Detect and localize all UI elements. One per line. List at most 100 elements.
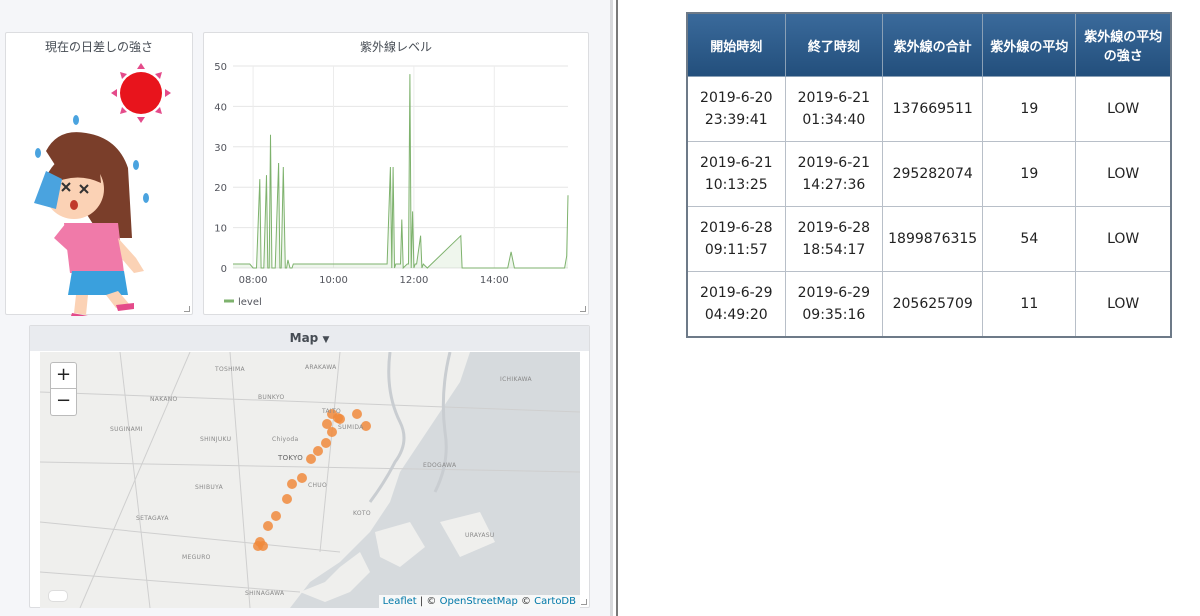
uv-summary-table: 開始時刻 終了時刻 紫外線の合計 紫外線の平均 紫外線の平均の強さ 2019-6… — [686, 12, 1172, 338]
start-time-cell-text: 2019-6-28 — [700, 220, 773, 236]
map-area-label: URAYASU — [465, 532, 495, 539]
x-tick-label: 14:00 — [480, 275, 509, 286]
uv-average-cell-text: 54 — [1020, 231, 1039, 247]
uv-line-chart: 0 10 20 30 40 50 08:00 10:00 12:00 14:00 level — [214, 62, 569, 308]
header-start-time: 開始時刻 — [686, 12, 786, 77]
start-time-cell: 2019-6-20 23:39:41 — [686, 76, 786, 142]
map-area-label: TOSHIMA — [215, 366, 245, 373]
chevron-down-icon: ▼ — [322, 335, 330, 345]
uv-average-cell: 19 — [982, 76, 1077, 142]
end-time-cell-text: 18:54:17 — [802, 242, 866, 258]
map-area-label: EDOGAWA — [423, 462, 457, 469]
sunlight-panel: 現在の日差しの強さ — [5, 32, 193, 316]
uv-total-cell: 205625709 — [882, 271, 984, 338]
y-tick-label: 0 — [221, 264, 227, 275]
map-area-label: SHIBUYA — [195, 484, 224, 491]
y-tick-label: 10 — [214, 224, 227, 235]
uv-total-cell: 137669511 — [882, 76, 984, 142]
y-tick-label: 30 — [214, 143, 227, 154]
map-tiles — [40, 352, 580, 608]
map-title: Map — [289, 331, 319, 345]
end-time-cell-text: 01:34:40 — [802, 112, 866, 128]
uv-total-cell: 1899876315 — [882, 206, 984, 272]
map-area-label: NAKANO — [150, 396, 178, 403]
map-area-label: SUMIDA — [338, 424, 364, 431]
legend-label: level — [238, 297, 262, 308]
uv-strength-cell-text: LOW — [1107, 166, 1140, 182]
openstreetmap-link[interactable]: OpenStreetMap — [440, 596, 518, 607]
x-tick-label: 08:00 — [239, 275, 268, 286]
y-tick-label: 40 — [214, 102, 227, 113]
panel-resize-handle[interactable] — [580, 306, 586, 312]
attribution-separator: | © — [416, 596, 440, 607]
zoom-in-button[interactable]: + — [50, 362, 77, 389]
table-row: 2019-6-29 04:49:20 2019-6-29 09:35:16 205625… — [686, 271, 1172, 338]
map-area-label: MEGURO — [182, 554, 211, 561]
header-uv-average: 紫外線の平均 — [982, 12, 1077, 77]
map-area-label: BUNKYO — [258, 394, 285, 401]
x-tick-label: 10:00 — [319, 275, 348, 286]
uv-average-cell: 19 — [982, 141, 1077, 207]
end-time-cell-text: 2019-6-28 — [797, 220, 871, 236]
end-time-cell-text: 14:27:36 — [802, 177, 866, 193]
table-header-row: 開始時刻 終了時刻 紫外線の合計 紫外線の平均 紫外線の平均の強さ — [686, 12, 1172, 77]
map-panel-header[interactable]: Map ▼ — [30, 326, 589, 351]
panel-resize-handle[interactable] — [184, 306, 190, 312]
header-uv-total: 紫外線の合計 — [882, 12, 984, 77]
window-divider — [610, 0, 613, 616]
uv-average-cell-text: 19 — [1020, 101, 1039, 117]
uv-strength-cell-text: LOW — [1107, 101, 1140, 117]
y-tick-label: 50 — [214, 62, 227, 73]
map-panel: Map ▼ TOSHIMA ARAKAWA ICHIKAWA NAKANO BU… — [29, 325, 590, 608]
table-row: 2019-6-28 09:11:57 2019-6-28 18:54:17 189987… — [686, 206, 1172, 272]
uv-strength-cell-text: LOW — [1107, 296, 1140, 312]
uv-level-panel: 紫外線レベル 0 10 20 30 40 50 08:00 10:00 12:00 14:00 le… — [203, 32, 589, 315]
woman-figure — [34, 132, 144, 316]
map-attribution: Leaflet | © OpenStreetMap © CartoDB — [378, 595, 580, 608]
uv-average-cell: 11 — [982, 271, 1077, 338]
dashboard-area: 現在の日差しの強さ 紫外線レベル 0 10 20 30 40 50 08:00 … — [0, 0, 610, 616]
map-area-label: ARAKAWA — [305, 364, 337, 371]
map-area-label: ICHIKAWA — [500, 376, 532, 383]
start-time-cell-text: 2019-6-29 — [700, 285, 773, 301]
end-time-cell: 2019-6-28 18:54:17 — [784, 206, 884, 272]
map-toggle-button[interactable] — [48, 590, 68, 602]
uv-total-cell-text: 1899876315 — [888, 231, 978, 247]
start-time-cell-text: 23:39:41 — [704, 112, 768, 128]
map-area-label: SETAGAYA — [136, 515, 169, 522]
uv-average-cell-text: 11 — [1020, 296, 1039, 312]
leaflet-link[interactable]: Leaflet — [383, 596, 417, 607]
start-time-cell-text: 2019-6-21 — [700, 155, 773, 171]
end-time-cell: 2019-6-21 01:34:40 — [784, 76, 884, 142]
uv-total-cell-text: 295282074 — [892, 166, 973, 182]
window-divider — [616, 0, 618, 616]
uv-strength-cell: LOW — [1075, 206, 1172, 272]
start-time-cell: 2019-6-28 09:11:57 — [686, 206, 786, 272]
attribution-separator: © — [517, 596, 535, 607]
zoom-out-button[interactable]: − — [50, 389, 77, 416]
y-tick-label: 20 — [214, 183, 227, 194]
end-time-cell-text: 2019-6-21 — [797, 155, 871, 171]
uv-total-cell-text: 137669511 — [892, 101, 973, 117]
uv-strength-cell: LOW — [1075, 271, 1172, 338]
map-area-label: CHUO — [308, 482, 328, 489]
start-time-cell-text: 04:49:20 — [704, 307, 768, 323]
start-time-cell-text: 09:11:57 — [704, 242, 768, 258]
uv-strength-cell-text: LOW — [1107, 231, 1140, 247]
map-area-label: SUGINAMI — [110, 426, 143, 433]
uv-total-cell-text: 205625709 — [892, 296, 973, 312]
table-row: 2019-6-21 10:13:25 2019-6-21 14:27:36 295282… — [686, 141, 1172, 207]
start-time-cell: 2019-6-29 04:49:20 — [686, 271, 786, 338]
end-time-cell-text: 09:35:16 — [802, 307, 866, 323]
table-row: 2019-6-20 23:39:41 2019-6-21 01:34:40 137669… — [686, 76, 1172, 142]
end-time-cell: 2019-6-21 14:27:36 — [784, 141, 884, 207]
panel-resize-handle[interactable] — [581, 599, 587, 605]
uv-strength-cell: LOW — [1075, 141, 1172, 207]
header-uv-average-strength: 紫外線の平均の強さ — [1075, 12, 1172, 77]
map-area-label: SHINJUKU — [200, 436, 232, 443]
end-time-cell-text: 2019-6-29 — [797, 285, 871, 301]
cartodb-link[interactable]: CartoDB — [534, 596, 576, 607]
map-area-label: TAITO — [322, 408, 341, 415]
map-area-label: SHINAGAWA — [245, 590, 285, 597]
map-view[interactable]: TOSHIMA ARAKAWA ICHIKAWA NAKANO BUNKYO T… — [40, 352, 580, 608]
